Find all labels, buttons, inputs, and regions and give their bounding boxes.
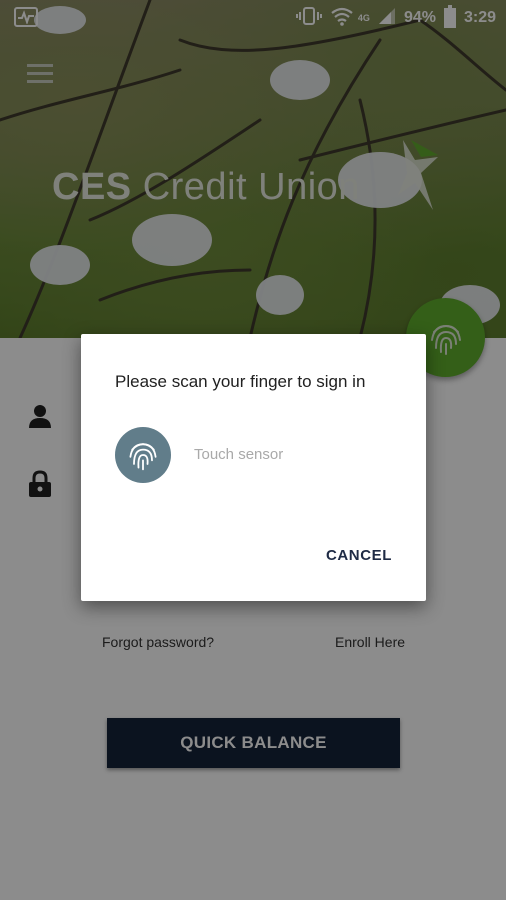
fingerprint-dialog: Please scan your finger to sign in Touch…: [81, 334, 426, 601]
touch-sensor-hint: Touch sensor: [194, 446, 284, 463]
cancel-button[interactable]: CANCEL: [311, 537, 407, 573]
dialog-title: Please scan your finger to sign in: [115, 372, 366, 391]
fingerprint-icon: [115, 427, 171, 483]
